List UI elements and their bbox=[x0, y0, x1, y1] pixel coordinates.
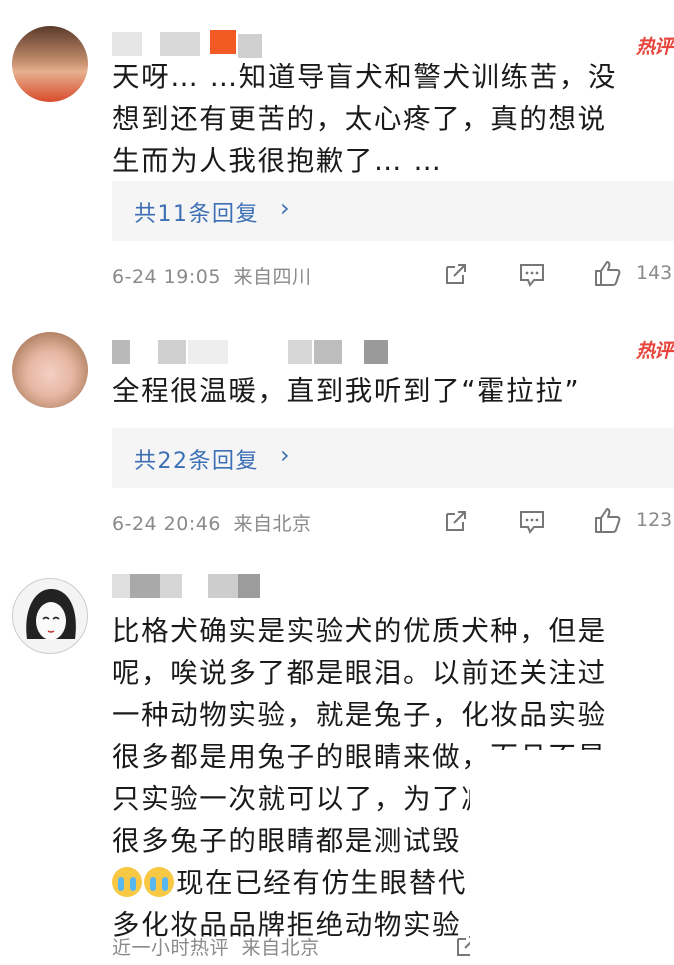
comment-meta: 6-24 20:46 来自北京 bbox=[112, 509, 311, 536]
username-blurred[interactable] bbox=[112, 574, 362, 600]
username-blurred[interactable] bbox=[112, 340, 388, 366]
timestamp: 6-24 19:05 bbox=[112, 266, 221, 288]
comment-3: 比格犬确实是实验犬的优质犬种，但是 呢，唉说多了都是眼泪。以前还关注过 一种动物… bbox=[0, 560, 674, 962]
comment-icon[interactable] bbox=[517, 506, 547, 536]
hot-comment-badge: 热评 bbox=[635, 36, 673, 58]
location: 来自四川 bbox=[233, 266, 312, 288]
comment-text: 天呀… …知道导盲犬和警犬训练苦，没 想到还有更苦的，太心疼了，真的想说 生而为… bbox=[112, 61, 618, 177]
location: 来自北京 bbox=[233, 513, 312, 535]
replies-button[interactable]: 共11条回复 › bbox=[112, 181, 674, 241]
avatar[interactable] bbox=[12, 578, 88, 654]
crying-face-icon bbox=[144, 867, 174, 897]
chevron-right-icon: › bbox=[280, 194, 290, 222]
comment-meta: 6-24 19:05 来自四川 bbox=[112, 262, 311, 289]
chevron-right-icon: › bbox=[280, 441, 290, 469]
crying-face-icon bbox=[112, 867, 142, 897]
replies-button[interactable]: 共22条回复 › bbox=[112, 428, 674, 488]
like-count: 123 bbox=[636, 509, 673, 531]
comment-icon[interactable] bbox=[517, 259, 547, 289]
timestamp: 近一小时热评 bbox=[112, 937, 230, 959]
comment-meta: 近一小时热评 来自北京 bbox=[112, 933, 320, 960]
timestamp: 6-24 20:46 bbox=[112, 513, 221, 535]
share-icon[interactable] bbox=[441, 259, 471, 289]
username-blurred[interactable] bbox=[112, 30, 362, 58]
like-count: 143 bbox=[636, 262, 673, 284]
like-icon[interactable] bbox=[592, 258, 622, 288]
comment-1: 热评 天呀… …知道导盲犬和警犬训练苦，没 想到还有更苦的，太心疼了，真的想说 … bbox=[0, 0, 674, 300]
replies-label: 共11条回复 bbox=[134, 202, 259, 227]
comment-2: 热评 全程很温暖，直到我听到了“霍拉拉” 共22条回复 › 6-24 20:46… bbox=[0, 300, 674, 560]
like-icon[interactable] bbox=[592, 505, 622, 535]
watermark-overlay bbox=[470, 750, 674, 962]
avatar[interactable] bbox=[12, 332, 88, 408]
location: 来自北京 bbox=[241, 937, 320, 959]
hot-comment-badge: 热评 bbox=[635, 340, 673, 362]
comment-text: 全程很温暖，直到我听到了“霍拉拉” bbox=[112, 375, 581, 407]
avatar[interactable] bbox=[12, 26, 88, 102]
replies-label: 共22条回复 bbox=[134, 449, 259, 474]
share-icon[interactable] bbox=[441, 506, 471, 536]
